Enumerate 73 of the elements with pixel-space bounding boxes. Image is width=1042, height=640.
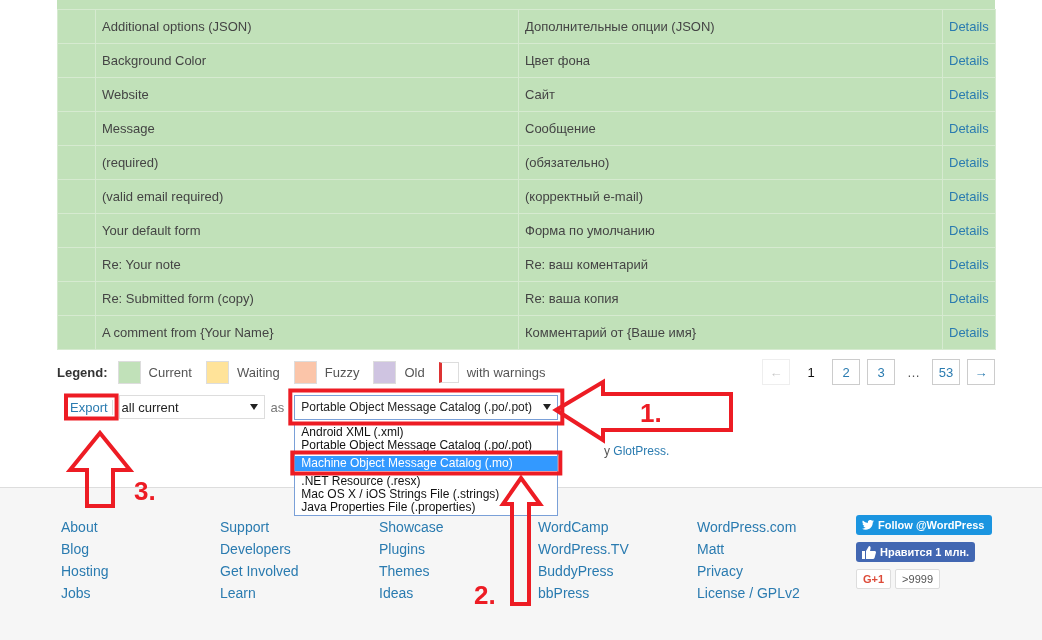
dropdown-option[interactable]: .NET Resource (.resx): [295, 474, 558, 488]
legend-label: with warnings: [466, 364, 546, 380]
original-text: Re: Submitted form (copy): [102, 291, 254, 306]
original-text: Your default form: [102, 223, 201, 238]
legend-label: Waiting: [236, 364, 280, 380]
footer-link[interactable]: Support: [220, 516, 270, 538]
legend-label: Fuzzy: [324, 364, 360, 380]
footer-link[interactable]: WordCamp: [538, 516, 609, 538]
original-text: Message: [102, 121, 155, 136]
footer-link[interactable]: Ideas: [379, 582, 414, 604]
translation-text: Сообщение: [525, 121, 596, 136]
filter-dropdown[interactable]: all current: [118, 395, 265, 419]
translation-text: Форма по умолчанию: [525, 223, 655, 238]
dropdown-arrow-icon: [543, 404, 552, 410]
page-button[interactable]: 53: [932, 359, 960, 385]
dropdown-option[interactable]: Portable Object Message Catalog (.po/.pot): [295, 438, 558, 452]
footer-link[interactable]: Blog: [61, 538, 90, 560]
footer-link[interactable]: WordPress.TV: [538, 538, 629, 560]
footer-link[interactable]: Matt: [697, 538, 725, 560]
original-text: Background Color: [102, 53, 207, 68]
original-text: Re: Your note: [102, 257, 181, 272]
footer-link[interactable]: Hosting: [61, 560, 109, 582]
glotpress-link[interactable]: GlotPress.: [613, 444, 670, 458]
footer-link[interactable]: Plugins: [379, 538, 425, 560]
dropdown-option[interactable]: Machine Object Message Catalog (.mo): [295, 455, 558, 471]
google-plus-button[interactable]: G+1: [856, 569, 892, 589]
page-arrow-button[interactable]: →: [967, 359, 995, 385]
dropdown-option[interactable]: Android XML (.xml): [295, 425, 558, 439]
translation-text: Дополнительные опции (JSON): [525, 19, 715, 34]
translation-text: (корректный e-mail): [525, 189, 643, 204]
twitter-follow-button[interactable]: Follow @WordPress: [856, 515, 993, 535]
original-text: (required): [102, 155, 159, 170]
footer-link[interactable]: License / GPLv2: [697, 582, 800, 604]
dropdown-arrow-icon: [249, 404, 258, 410]
original-text: Website: [102, 87, 149, 102]
facebook-like-button[interactable]: Нравится 1 млн.: [856, 542, 976, 562]
original-text: Additional options (JSON): [102, 19, 252, 34]
page-button[interactable]: 2: [832, 359, 860, 385]
export-link[interactable]: Export: [70, 399, 113, 415]
translation-text: Сайт: [525, 87, 555, 102]
step-number: 2.: [474, 580, 496, 610]
as-label: as: [270, 399, 285, 415]
translation-text: Re: ваша копия: [525, 291, 619, 306]
page-button[interactable]: 3: [867, 359, 895, 385]
dropdown-option[interactable]: Mac OS X / iOS Strings File (.strings): [295, 487, 558, 501]
translation-text: Цвет фона: [525, 53, 591, 68]
footer-link[interactable]: Showcase: [379, 516, 444, 538]
bird-icon: [862, 520, 874, 530]
translation-text: Re: ваш коментарий: [525, 257, 649, 272]
dropdown-option[interactable]: Java Properties File (.properties): [295, 500, 558, 514]
original-text: A comment from {Your Name}: [102, 325, 274, 340]
translation-text: Комментарий от {Ваше имя}: [525, 325, 697, 340]
step-number: 3.: [134, 476, 156, 506]
footer-link[interactable]: BuddyPress: [538, 560, 614, 582]
footer-link[interactable]: Learn: [220, 582, 256, 604]
footer-link[interactable]: WordPress.com: [697, 516, 797, 538]
credit-text: y GlotPress.: [604, 444, 670, 458]
footer-link[interactable]: Jobs: [61, 582, 91, 604]
footer-link[interactable]: bbPress: [538, 582, 590, 604]
legend-title: Legend:: [57, 364, 108, 380]
footer-link[interactable]: Get Involved: [220, 560, 299, 582]
step-number: 1.: [640, 398, 662, 428]
share-count: >9999: [895, 569, 940, 589]
thumbs-up-icon: [862, 545, 876, 559]
legend-label: Current: [148, 364, 192, 380]
footer-link[interactable]: Themes: [379, 560, 430, 582]
highlight-frame: [64, 393, 119, 421]
original-text: (valid email required): [102, 189, 224, 204]
footer-link[interactable]: Privacy: [697, 560, 743, 582]
footer-link[interactable]: About: [61, 516, 98, 538]
translation-text: (обязательно): [525, 155, 610, 170]
legend-label: Old: [404, 364, 425, 380]
footer-link[interactable]: Developers: [220, 538, 291, 560]
